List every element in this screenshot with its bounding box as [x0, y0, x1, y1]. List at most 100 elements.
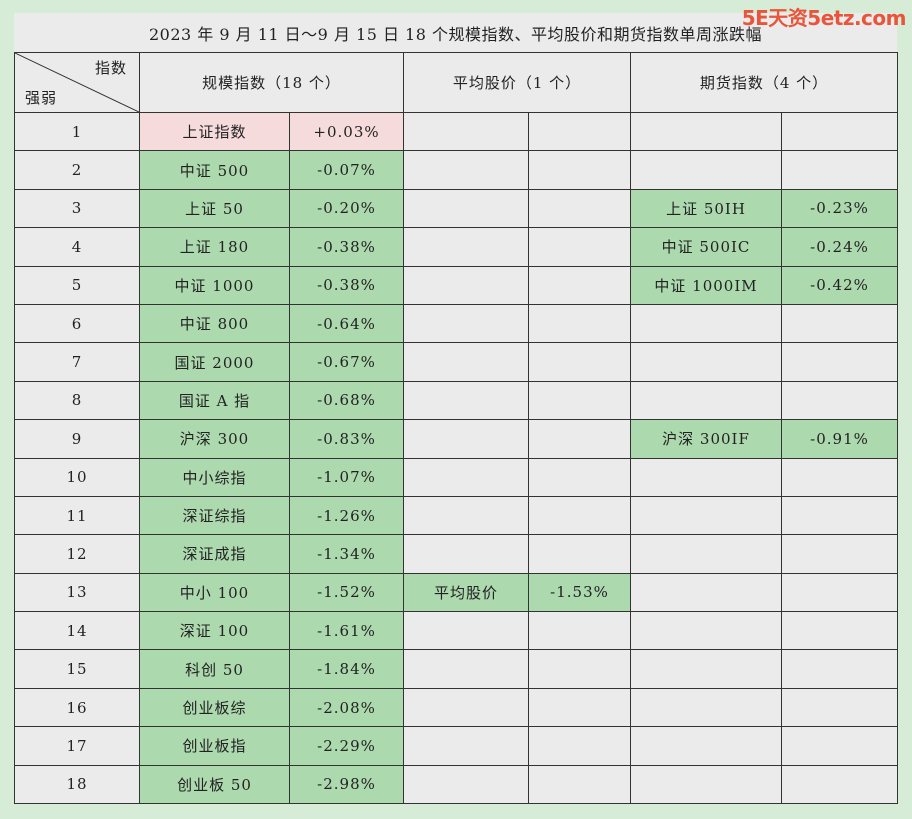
rank-cell: 6 — [14, 303, 140, 344]
average-price-change-cell — [528, 687, 632, 728]
scale-index-change-cell: -0.20% — [288, 188, 405, 229]
futures-change-cell — [781, 111, 899, 152]
scale-index-name-cell: 科创 50 — [139, 649, 290, 689]
futures-change-cell — [781, 380, 899, 421]
rank-cell: 14 — [14, 611, 140, 651]
rank-cell: 12 — [14, 534, 140, 574]
rank-cell: 17 — [14, 726, 140, 766]
futures-name-cell — [630, 495, 783, 536]
header-futures-index: 期货指数（4 个） — [630, 52, 899, 113]
scale-index-name-cell: 创业板综 — [139, 687, 290, 728]
average-price-name-cell — [403, 419, 530, 459]
header-average-price: 平均股价（1 个） — [403, 52, 632, 113]
futures-name-cell — [630, 534, 783, 574]
average-price-name-cell — [403, 764, 530, 805]
average-price-name-cell — [403, 534, 530, 574]
futures-change-cell — [781, 534, 899, 574]
scale-index-change-cell: -0.07% — [288, 150, 405, 190]
scale-index-name-cell: 创业板 50 — [139, 764, 290, 805]
futures-name-cell: 中证 500IC — [630, 227, 783, 267]
scale-index-change-cell: -1.84% — [288, 649, 405, 689]
futures-change-cell — [781, 726, 899, 766]
futures-change-cell — [781, 649, 899, 689]
average-price-name-cell — [403, 457, 530, 497]
table-row: 11 深证综指 -1.26% — [14, 495, 899, 536]
rank-cell: 5 — [14, 265, 140, 305]
scale-index-change-cell: +0.03% — [288, 111, 405, 152]
scale-index-name-cell: 深证成指 — [139, 534, 290, 574]
average-price-name-cell — [403, 726, 530, 766]
table-row: 12 深证成指 -1.34% — [14, 534, 899, 574]
average-price-name-cell — [403, 611, 530, 651]
rank-cell: 10 — [14, 457, 140, 497]
scale-index-name-cell: 中证 1000 — [139, 265, 290, 305]
futures-name-cell — [630, 342, 783, 382]
scale-index-name-cell: 创业板指 — [139, 726, 290, 766]
futures-change-cell: -0.24% — [781, 227, 899, 267]
average-price-name-cell: 平均股价 — [403, 572, 530, 613]
futures-name-cell — [630, 572, 783, 613]
table-row: 17 创业板指 -2.29% — [14, 726, 899, 766]
futures-name-cell: 上证 50IH — [630, 188, 783, 229]
average-price-name-cell — [403, 111, 530, 152]
scale-index-change-cell: -2.98% — [288, 764, 405, 805]
futures-change-cell — [781, 764, 899, 805]
average-price-name-cell — [403, 495, 530, 536]
average-price-name-cell — [403, 687, 530, 728]
futures-change-cell: -0.23% — [781, 188, 899, 229]
futures-name-cell — [630, 150, 783, 190]
scale-index-change-cell: -1.34% — [288, 534, 405, 574]
average-price-change-cell — [528, 534, 632, 574]
average-price-change-cell — [528, 265, 632, 305]
corner-label-index: 指数 — [94, 59, 127, 77]
table-row: 8 国证 A 指 -0.68% — [14, 380, 899, 421]
scale-index-change-cell: -2.08% — [288, 687, 405, 728]
table-row: 15 科创 50 -1.84% — [14, 649, 899, 689]
futures-name-cell — [630, 303, 783, 344]
scale-index-change-cell: -0.83% — [288, 419, 405, 459]
rank-cell: 3 — [14, 188, 140, 229]
scale-index-change-cell: -0.64% — [288, 303, 405, 344]
average-price-change-cell — [528, 188, 632, 229]
average-price-name-cell — [403, 303, 530, 344]
average-price-name-cell — [403, 188, 530, 229]
header-scale-index: 规模指数（18 个） — [138, 52, 405, 113]
rank-cell: 18 — [14, 764, 140, 805]
scale-index-change-cell: -1.61% — [288, 611, 405, 651]
scale-index-name-cell: 上证 180 — [139, 227, 290, 267]
futures-change-cell — [781, 687, 899, 728]
futures-name-cell — [630, 111, 783, 152]
average-price-change-cell — [528, 227, 632, 267]
futures-name-cell — [630, 649, 783, 689]
futures-name-cell: 沪深 300IF — [630, 419, 783, 459]
futures-change-cell — [781, 495, 899, 536]
scale-index-name-cell: 深证综指 — [139, 495, 290, 536]
futures-name-cell — [630, 687, 783, 728]
scale-index-change-cell: -2.29% — [288, 726, 405, 766]
average-price-change-cell — [528, 303, 632, 344]
table-row: 7 国证 2000 -0.67% — [14, 342, 899, 382]
scale-index-change-cell: -1.52% — [288, 572, 405, 613]
table-row: 6 中证 800 -0.64% — [14, 303, 899, 344]
scale-index-change-cell: -1.26% — [288, 495, 405, 536]
futures-change-cell: -0.42% — [781, 265, 899, 305]
average-price-name-cell — [403, 342, 530, 382]
corner-label-rank: 强弱 — [25, 89, 58, 107]
average-price-change-cell — [528, 495, 632, 536]
futures-name-cell — [630, 380, 783, 421]
table-row: 16 创业板综 -2.08% — [14, 687, 899, 728]
rank-cell: 16 — [14, 687, 140, 728]
futures-change-cell — [781, 611, 899, 651]
futures-name-cell — [630, 457, 783, 497]
table-title: 2023 年 9 月 11 日～9 月 15 日 18 个规模指数、平均股价和期… — [148, 24, 763, 44]
average-price-change-cell — [528, 419, 632, 459]
table-row: 9 沪深 300 -0.83% 沪深 300IF -0.91% — [14, 419, 899, 459]
corner-header: 指数 强弱 — [14, 52, 140, 113]
average-price-change-cell — [528, 457, 632, 497]
average-price-change-cell — [528, 726, 632, 766]
scale-index-name-cell: 中证 500 — [139, 150, 290, 190]
scale-index-name-cell: 中小综指 — [139, 457, 290, 497]
futures-name-cell — [630, 726, 783, 766]
futures-name-cell: 中证 1000IM — [630, 265, 783, 305]
average-price-name-cell — [403, 649, 530, 689]
